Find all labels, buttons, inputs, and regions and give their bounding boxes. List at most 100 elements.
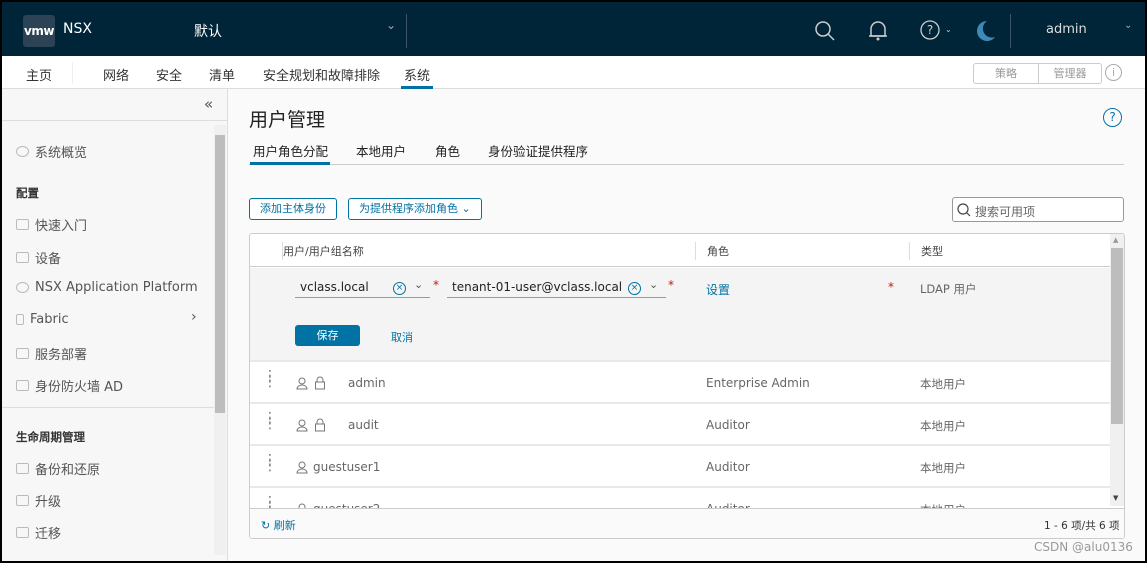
- bell-icon[interactable]: [867, 19, 889, 43]
- column-header-type[interactable]: 类型: [921, 243, 943, 259]
- svg-text:?: ?: [927, 23, 933, 37]
- nav-system[interactable]: 系统: [404, 65, 430, 84]
- watermark: CSDN @alu0136: [1034, 540, 1133, 554]
- chevron-down-icon[interactable]: ⌄: [386, 18, 396, 32]
- tab-local-users[interactable]: 本地用户: [356, 141, 406, 160]
- user-name: audit: [348, 418, 379, 432]
- product-name: NSX: [63, 21, 92, 37]
- sidebar-item-migrate[interactable]: 迁移: [16, 523, 61, 542]
- sidebar-item-appliances[interactable]: 设备: [16, 248, 61, 267]
- chevron-down-icon[interactable]: ⌄: [1124, 20, 1132, 31]
- tab-auth-providers[interactable]: 身份验证提供程序: [488, 141, 588, 160]
- clear-icon[interactable]: ×: [393, 282, 406, 295]
- user-role: Auditor: [706, 460, 750, 474]
- sidebar: « 系统概览 配置 快速入门 设备 NSX Application Platfo…: [2, 89, 228, 561]
- table-row[interactable]: ⋮ ⋮ guestuser1 Auditor 本地用户: [250, 447, 1110, 488]
- add-principal-identity-button[interactable]: 添加主体身份: [249, 198, 337, 220]
- nav-home[interactable]: 主页: [26, 65, 52, 84]
- search-icon[interactable]: [814, 20, 836, 42]
- column-header-role[interactable]: 角色: [707, 243, 729, 259]
- help-icon[interactable]: ? ⌄: [920, 20, 950, 42]
- user-icon: [296, 419, 308, 432]
- chevron-down-icon[interactable]: ⌄: [414, 278, 423, 291]
- cube-icon: [16, 252, 29, 263]
- manager-mode-button[interactable]: 管理器: [1038, 63, 1102, 84]
- divider: [1010, 14, 1011, 48]
- folder-icon: [16, 380, 29, 391]
- user-icon: [296, 377, 308, 390]
- table-row[interactable]: ⋮ ⋮ admin Enterprise Admin 本地用户: [250, 363, 1110, 404]
- deploy-icon: [16, 348, 29, 359]
- search-placeholder: 搜索可用项: [975, 205, 1036, 219]
- sidebar-item-label: 迁移: [35, 527, 62, 542]
- sidebar-item-label: 备份和还原: [35, 463, 101, 478]
- sidebar-item-service-deployment[interactable]: 服务部署: [16, 344, 87, 363]
- sidebar-item-fabric[interactable]: Fabric: [16, 312, 69, 327]
- sidebar-item-label: 系统概览: [35, 146, 88, 161]
- tab-roles[interactable]: 角色: [435, 141, 460, 160]
- chevron-down-icon: ⌄: [461, 202, 471, 215]
- download-icon: [16, 495, 29, 506]
- domain-select[interactable]: vclass.local: [295, 278, 430, 298]
- sidebar-heading-lifecycle: 生命周期管理: [16, 430, 85, 444]
- user-menu[interactable]: admin: [1046, 22, 1087, 37]
- sidebar-item-label: 身份防火墙 AD: [35, 380, 124, 395]
- page-title: 用户管理: [249, 109, 326, 131]
- moon-icon[interactable]: [973, 19, 997, 43]
- button-label: 为提供程序添加角色: [359, 202, 458, 215]
- vmware-logo: vmw: [23, 15, 55, 47]
- refresh-button[interactable]: ↻ 刷新: [261, 517, 296, 533]
- save-button[interactable]: 保存: [295, 325, 360, 346]
- chevron-right-icon[interactable]: ›: [191, 309, 197, 325]
- sidebar-item-quickstart[interactable]: 快速入门: [16, 215, 87, 234]
- sidebar-item-idfw-ad[interactable]: 身份防火墙 AD: [16, 376, 123, 395]
- sidebar-item-label: 设备: [35, 252, 62, 267]
- user-role: Auditor: [706, 418, 750, 432]
- app-window: vmw NSX 默认 ⌄ ? ⌄ admin ⌄ 主页 网络 安全 清单 安全规划…: [2, 2, 1145, 561]
- laptop-icon: [16, 219, 29, 230]
- set-role-link[interactable]: 设置: [706, 281, 730, 298]
- sidebar-item-upgrade[interactable]: 升级: [16, 491, 61, 510]
- table-row[interactable]: ⋮ ⋮ audit Auditor 本地用户: [250, 405, 1110, 446]
- cancel-button[interactable]: 取消: [391, 329, 413, 345]
- add-role-for-provider-button[interactable]: 为提供程序添加角色 ⌄: [348, 198, 482, 220]
- row-actions-icon[interactable]: ⋮⋮: [263, 369, 277, 389]
- sidebar-heading-config: 配置: [16, 186, 39, 200]
- nav-plan-troubleshoot[interactable]: 安全规划和故障排除: [263, 65, 380, 84]
- row-actions-icon[interactable]: ⋮⋮: [263, 453, 277, 473]
- info-icon[interactable]: i: [1105, 64, 1122, 81]
- clear-icon[interactable]: ×: [628, 282, 641, 295]
- help-icon[interactable]: ?: [1103, 108, 1122, 127]
- column-header-name[interactable]: 用户/用户组名称: [283, 243, 364, 259]
- tab-user-role-assignment[interactable]: 用户角色分配: [253, 141, 328, 160]
- user-name: guestuser1: [313, 460, 381, 474]
- user-icon: [296, 461, 308, 474]
- sidebar-item-backup[interactable]: 备份和还原: [16, 459, 100, 478]
- sidebar-scrollbar[interactable]: [214, 125, 226, 555]
- tab-bar: [249, 164, 1124, 165]
- row-actions-icon[interactable]: ⋮⋮: [263, 411, 277, 431]
- grid-footer: ↻ 刷新 1 - 6 项/共 6 项: [250, 508, 1124, 538]
- sidebar-item-label: 快速入门: [35, 219, 88, 234]
- grid-scrollbar[interactable]: ▲ ▼: [1110, 234, 1124, 506]
- server-icon: [16, 314, 24, 325]
- context-selector[interactable]: 默认: [194, 21, 222, 41]
- nav-networking[interactable]: 网络: [103, 65, 129, 84]
- edit-row: vclass.local × ⌄ * tenant-01-user@vclass…: [250, 268, 1110, 362]
- chevron-down-icon[interactable]: ⌄: [649, 278, 658, 291]
- sidebar-item-overview[interactable]: 系统概览: [16, 142, 87, 161]
- search-input[interactable]: 搜索可用项: [952, 197, 1124, 222]
- nav-security[interactable]: 安全: [156, 65, 182, 84]
- collapse-sidebar-icon[interactable]: «: [204, 95, 213, 113]
- svg-text:⌄: ⌄: [945, 25, 950, 34]
- pagination-info: 1 - 6 项/共 6 项: [1044, 520, 1120, 532]
- grid-header: 用户/用户组名称 角色 类型: [250, 234, 1124, 267]
- user-value: tenant-01-user@vclass.local: [452, 280, 623, 294]
- policy-mode-button[interactable]: 策略: [973, 63, 1039, 84]
- divider: [2, 120, 228, 121]
- migrate-icon: [16, 527, 29, 538]
- type-value: LDAP 用户: [920, 282, 977, 296]
- sidebar-item-nsx-app-platform[interactable]: NSX Application Platform: [16, 280, 198, 295]
- user-name: admin: [348, 376, 386, 390]
- nav-inventory[interactable]: 清单: [209, 65, 235, 84]
